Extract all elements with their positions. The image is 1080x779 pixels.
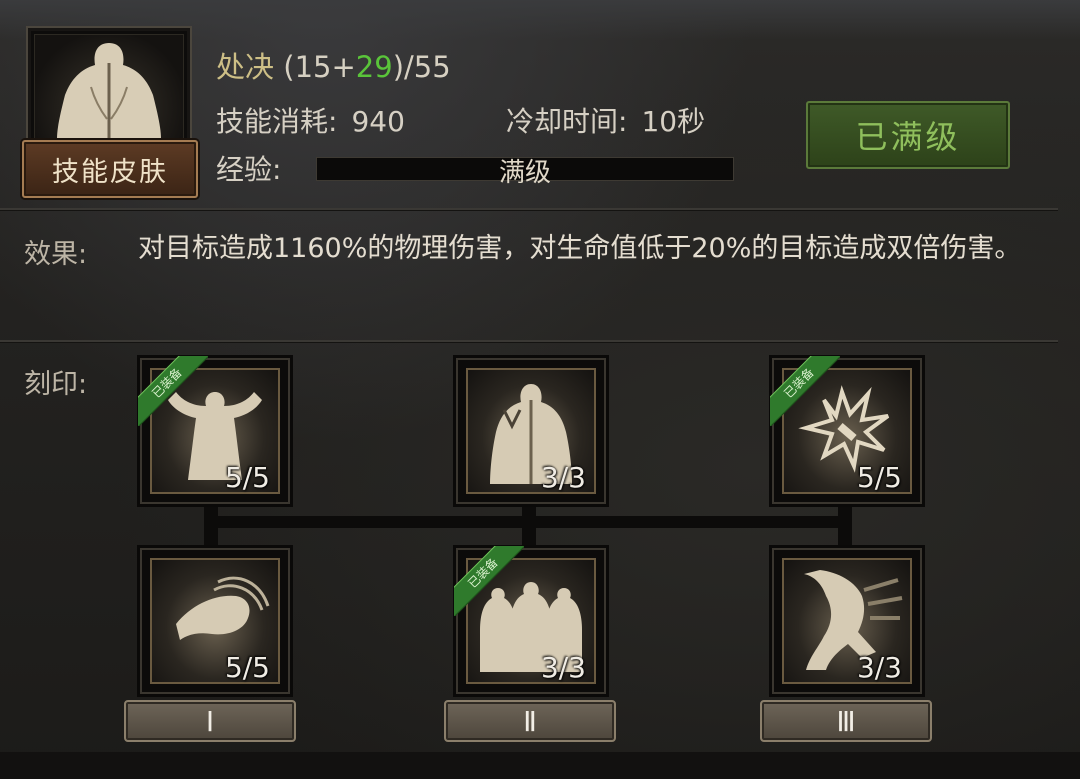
tier-3-button[interactable]: Ⅲ xyxy=(760,700,932,742)
imprint-node-5[interactable]: 已装备 3/3 xyxy=(454,546,606,694)
imprint-node-1[interactable]: 已装备 5/5 xyxy=(138,356,290,504)
bottom-bar xyxy=(0,752,1080,779)
exp-bar: 满级 xyxy=(316,157,734,188)
exp-label: 经验: xyxy=(216,153,282,186)
cost-value: 940 xyxy=(351,105,405,138)
cost-label: 技能消耗: xyxy=(216,105,338,138)
cooldown-label: 冷却时间: xyxy=(506,105,628,138)
imprint-count: 3/3 xyxy=(540,651,586,684)
imprint-node-6[interactable]: 3/3 xyxy=(772,548,922,694)
skill-cooldown: 冷却时间: 10秒 xyxy=(506,100,705,140)
effect-label: 效果: xyxy=(24,239,88,270)
ribbon-text: 已装备 xyxy=(770,356,840,426)
ribbon-text: 已装备 xyxy=(138,356,208,426)
tier-1-button[interactable]: Ⅰ xyxy=(124,700,296,742)
imprint-node-3[interactable]: 已装备 5/5 xyxy=(770,356,922,504)
imprint-count: 3/3 xyxy=(856,651,902,684)
imprint-count: 3/3 xyxy=(540,461,586,494)
divider xyxy=(0,208,1058,211)
imprint-count: 5/5 xyxy=(224,651,270,684)
back-muscle-icon xyxy=(57,43,161,139)
imprint-count: 5/5 xyxy=(856,461,902,494)
cooldown-value: 10秒 xyxy=(641,105,706,138)
ribbon-text: 已装备 xyxy=(454,546,524,616)
tier-2-button[interactable]: Ⅱ xyxy=(444,700,616,742)
equipped-ribbon: 已装备 xyxy=(138,356,208,426)
imprint-node-2[interactable]: 3/3 xyxy=(456,358,606,504)
connector-line xyxy=(204,516,852,528)
level-base: 15 xyxy=(294,50,332,84)
level-bonus: 29 xyxy=(355,50,393,84)
skill-level: (15+29)/55 xyxy=(283,50,451,84)
skill-icon-frame xyxy=(26,26,192,148)
equipped-ribbon: 已装备 xyxy=(770,356,840,426)
skill-icon xyxy=(34,34,184,140)
divider xyxy=(0,340,1058,343)
effect-text: 对目标造成1160%的物理伤害，对生命值低于20%的目标造成双倍伤害。 xyxy=(138,233,1022,264)
skill-title: 处决 (15+29)/55 xyxy=(216,44,451,86)
skill-cost: 技能消耗: 940 xyxy=(216,100,405,140)
imprint-count: 5/5 xyxy=(224,461,270,494)
skill-name: 处决 xyxy=(216,50,275,84)
level-max: 55 xyxy=(413,50,451,84)
max-level-button[interactable]: 已满级 xyxy=(806,101,1010,169)
imprint-label: 刻印: xyxy=(24,369,88,400)
imprint-node-4[interactable]: 5/5 xyxy=(140,548,290,694)
exp-text: 满级 xyxy=(498,158,551,188)
equipped-ribbon: 已装备 xyxy=(454,546,524,616)
skill-skin-button[interactable]: 技能皮肤 xyxy=(22,140,198,198)
